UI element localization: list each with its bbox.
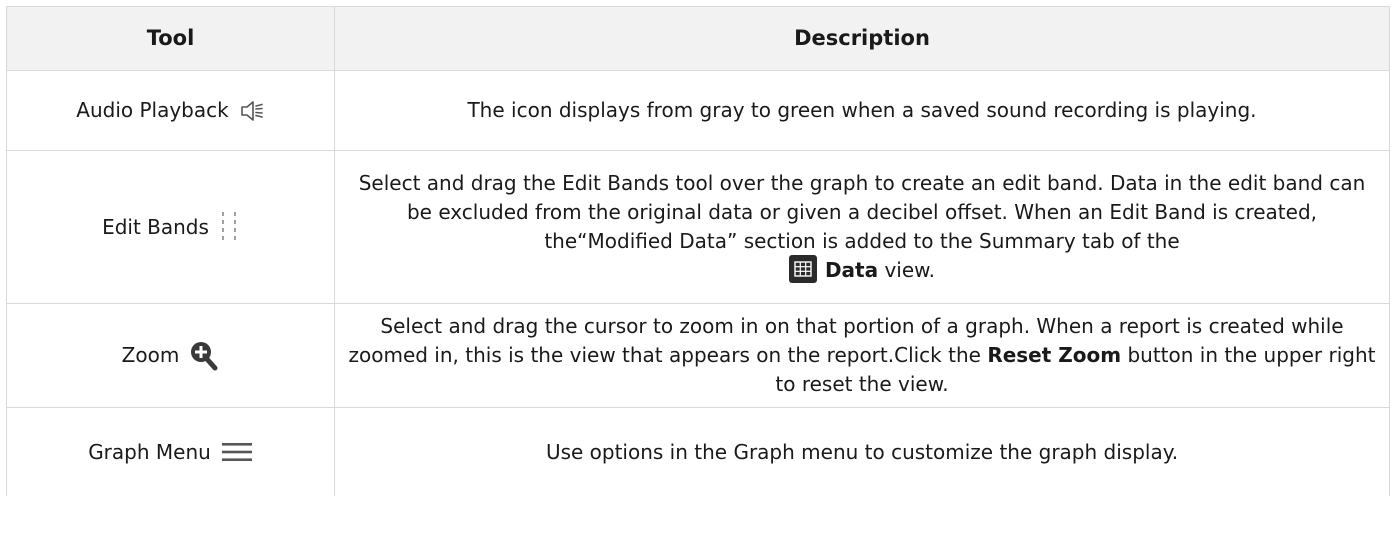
table-row: Edit Bands Select and drag the Edit Band…	[6, 150, 1390, 304]
table-grid-icon	[788, 255, 817, 284]
dashed-band-icon	[219, 210, 239, 244]
speaker-volume-icon	[239, 98, 265, 124]
table-row: Zoom Select and drag the cursor to zoom …	[6, 303, 1390, 408]
tool-cell-edit-bands: Edit Bands	[6, 150, 335, 304]
table-header-row: Tool Description	[6, 6, 1390, 71]
tool-name: Zoom	[121, 343, 180, 367]
description-edit-bands: Select and drag the Edit Bands tool over…	[334, 150, 1390, 304]
description-text: Select and drag the Edit Bands tool over…	[358, 170, 1366, 253]
tool-cell-zoom: Zoom	[6, 303, 335, 408]
tool-cell-audio-playback: Audio Playback	[6, 70, 335, 151]
description-graph-menu: Use options in the Graph menu to customi…	[334, 407, 1390, 496]
tool-cell-graph-menu: Graph Menu	[6, 407, 335, 496]
tool-name: Audio Playback	[76, 98, 229, 122]
hamburger-menu-icon	[221, 440, 253, 464]
header-tool: Tool	[6, 6, 335, 71]
reset-zoom-label: Reset Zoom	[987, 343, 1122, 367]
table-row: Graph Menu Use options in the Graph menu…	[6, 407, 1390, 496]
table-row: Audio Playback The icon displays from gr…	[6, 70, 1390, 151]
zoom-in-icon	[189, 340, 219, 372]
data-view-label: Data	[824, 257, 879, 282]
description-audio-playback: The icon displays from gray to green whe…	[334, 70, 1390, 151]
header-description: Description	[334, 6, 1390, 71]
tool-name: Graph Menu	[88, 439, 211, 464]
description-zoom: Select and drag the cursor to zoom in on…	[334, 303, 1390, 408]
view-suffix: view.	[878, 257, 936, 282]
tools-table: Tool Description Audio Playback The icon…	[6, 6, 1390, 496]
tool-name: Edit Bands	[102, 214, 209, 239]
